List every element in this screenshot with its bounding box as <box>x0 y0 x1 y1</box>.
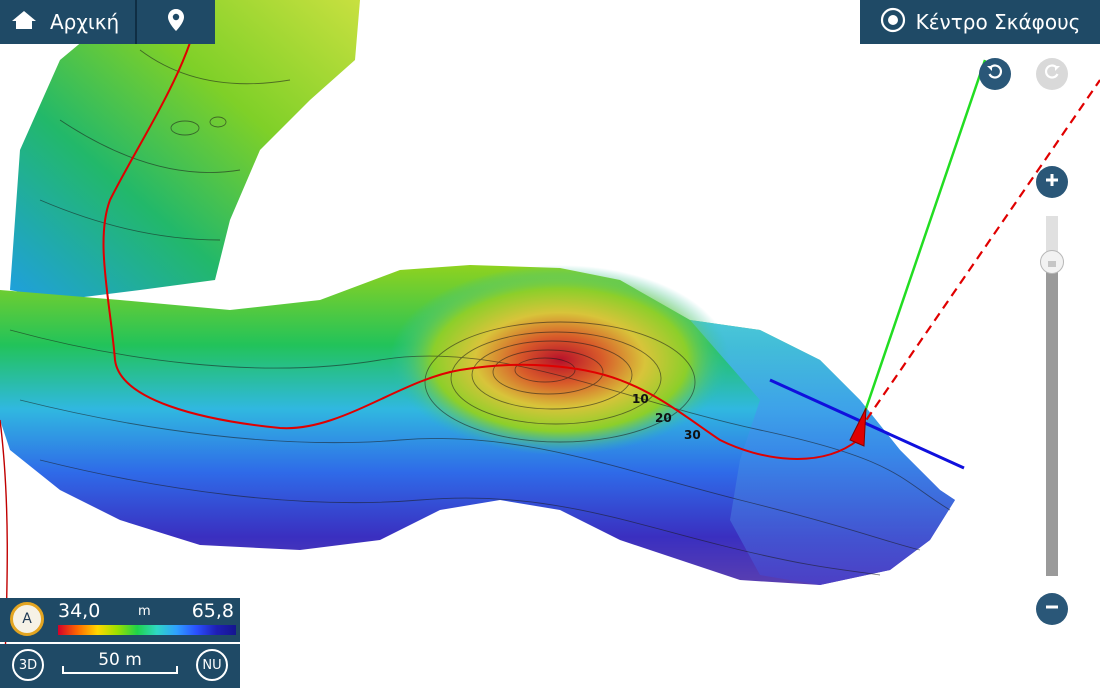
north-up-button[interactable]: NU <box>196 649 228 681</box>
center-vessel-label: Κέντρο Σκάφους <box>915 10 1081 34</box>
scale-bar: 50 m <box>62 650 178 678</box>
target-icon <box>880 7 906 37</box>
redo-icon <box>1043 63 1061 85</box>
undo-button[interactable] <box>979 58 1011 90</box>
home-label: Αρχική <box>50 10 120 34</box>
location-button[interactable] <box>137 0 215 44</box>
course-line <box>857 79 1100 433</box>
top-left-toolbar: Αρχική <box>0 0 216 44</box>
zoom-out-button[interactable] <box>1036 593 1068 625</box>
center-vessel-button[interactable]: Κέντρο Σκάφους <box>860 0 1100 44</box>
minus-icon <box>1044 599 1060 619</box>
map-view[interactable]: 10 20 30 Αρχική Κέντρο Σκάφους A 34,0 m … <box>0 0 1100 688</box>
auto-range-button[interactable]: A <box>10 602 44 636</box>
scale-panel: 3D 50 m NU <box>0 644 240 688</box>
heading-line <box>856 59 987 433</box>
view-3d-button[interactable]: 3D <box>12 649 44 681</box>
depth-min-value: 34,0 <box>58 600 101 622</box>
grip-icon <box>1047 253 1057 272</box>
undo-icon <box>986 63 1004 85</box>
depth-label-30: 30 <box>684 428 701 442</box>
redo-button[interactable] <box>1036 58 1068 90</box>
zoom-slider-handle[interactable] <box>1040 250 1064 274</box>
bathymetry-map[interactable]: 10 20 30 <box>0 0 1100 688</box>
home-button[interactable]: Αρχική <box>0 0 138 44</box>
depth-label-20: 20 <box>655 411 672 425</box>
home-icon <box>10 9 38 35</box>
map-pin-icon <box>167 8 185 36</box>
survey-area-north <box>10 0 360 300</box>
scale-line <box>62 666 178 674</box>
zoom-in-button[interactable] <box>1036 166 1068 198</box>
plus-icon <box>1044 172 1060 192</box>
depth-legend: A 34,0 m 65,8 <box>0 598 240 642</box>
depth-unit: m <box>138 604 151 619</box>
depth-max-value: 65,8 <box>191 600 234 622</box>
depth-label-10: 10 <box>632 392 649 406</box>
depth-color-scale <box>58 625 236 635</box>
